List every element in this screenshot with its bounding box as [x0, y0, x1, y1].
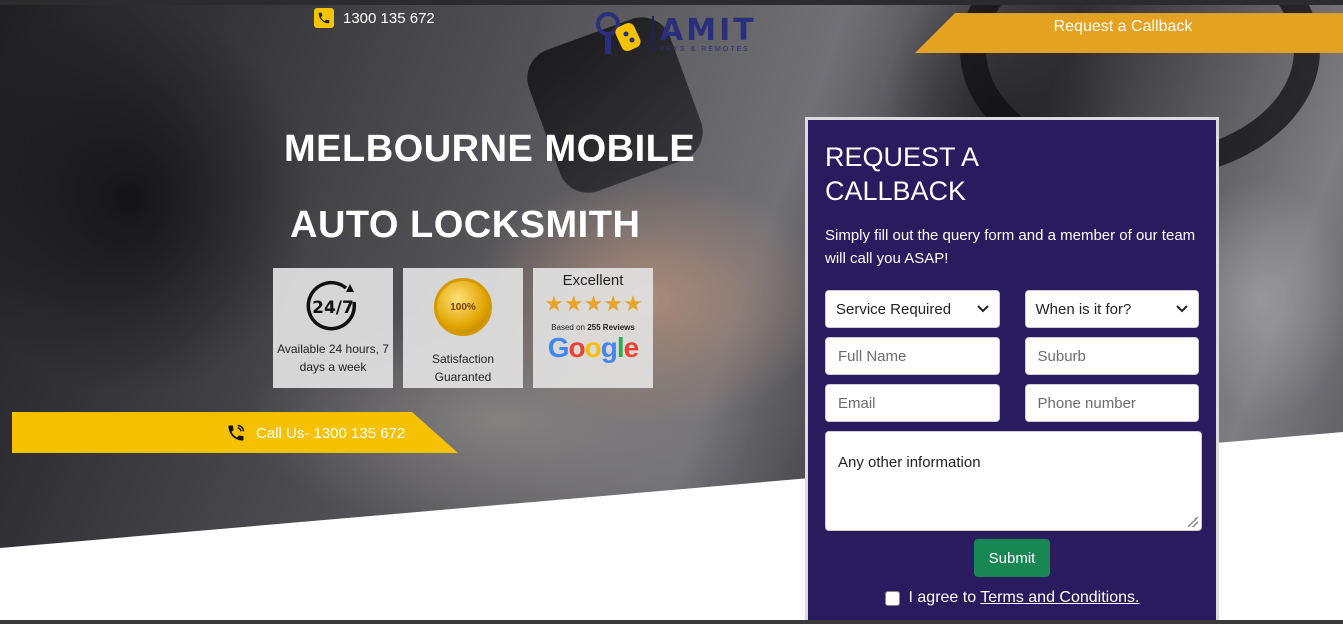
star-icon: ★ [623, 291, 643, 316]
key-logo-icon [596, 12, 641, 54]
callback-form: REQUEST A CALLBACK Simply fill out the q… [805, 117, 1219, 624]
header-phone-number: 1300 135 672 [343, 9, 435, 27]
chevron-down-icon [976, 305, 989, 313]
review-count-line: Based on 255 Reviews [551, 323, 635, 332]
resize-handle[interactable] [1188, 517, 1198, 527]
page: 1300 135 672 AMIT KEYS & REMOTES Request… [0, 0, 1343, 624]
availability-caption: Available 24 hours, 7 days a week [277, 342, 389, 374]
other-information-textarea[interactable]: Any other information [825, 431, 1202, 531]
terms-link[interactable]: Terms and Conditions. [980, 589, 1139, 606]
logo-subtext: KEYS & REMOTES [660, 45, 750, 53]
brand-logo[interactable]: AMIT KEYS & REMOTES [590, 10, 757, 58]
star-rating: ★ ★ ★ ★ ★ [544, 291, 643, 316]
svg-text:24/7: 24/7 [312, 298, 354, 318]
star-icon: ★ [603, 291, 623, 316]
email-field[interactable]: Email [825, 384, 1000, 422]
google-reviews-badge[interactable]: Excellent ★ ★ ★ ★ ★ Based on 255 Reviews Goo… [533, 268, 653, 388]
guarantee-seal-icon: 100% [434, 278, 492, 336]
logo-text: AMIT [660, 12, 757, 48]
request-callback-button[interactable]: Request a Callback [915, 13, 1343, 53]
availability-badge: 24/7 Available 24 hours, 7 days a week [273, 268, 393, 388]
star-icon: ★ [583, 291, 604, 316]
phone-icon [314, 8, 334, 28]
phone-ringing-icon [228, 424, 245, 441]
terms-agreement: I agree to Terms and Conditions. [825, 589, 1199, 607]
clock-24-7-icon: 24/7 [306, 280, 357, 331]
rating-word: Excellent [562, 272, 624, 289]
star-icon: ★ [544, 291, 564, 316]
full-name-field[interactable]: Full Name [825, 337, 1000, 375]
review-count: 255 Reviews [587, 323, 635, 332]
suburb-field[interactable]: Suburb [1024, 337, 1199, 375]
call-us-button[interactable]: Call Us- 1300 135 672 [12, 412, 458, 453]
satisfaction-badge: 100% Satisfaction Guaranted [403, 268, 523, 388]
satisfaction-caption: Satisfaction Guaranted [431, 352, 495, 384]
call-us-label: Call Us- 1300 135 672 [256, 424, 406, 442]
star-icon: ★ [563, 291, 584, 316]
phone-number-field[interactable]: Phone number [1024, 384, 1199, 422]
hero-title-line1: MELBOURNE MOBILE [284, 128, 696, 170]
when-is-it-for-select[interactable]: When is it for? [1024, 290, 1199, 328]
form-description: Simply fill out the query form and a mem… [825, 227, 1196, 267]
hero-title-line2: AUTO LOCKSMITH [290, 204, 641, 246]
chevron-down-icon [1176, 305, 1188, 313]
submit-button[interactable]: Submit [974, 539, 1050, 577]
terms-checkbox[interactable] [884, 590, 900, 606]
form-title: REQUEST A CALLBACK [825, 142, 978, 206]
header-phone-link[interactable]: 1300 135 672 [314, 8, 435, 28]
google-logo: Google [547, 332, 639, 363]
service-required-select[interactable]: Service Required [825, 290, 1000, 328]
